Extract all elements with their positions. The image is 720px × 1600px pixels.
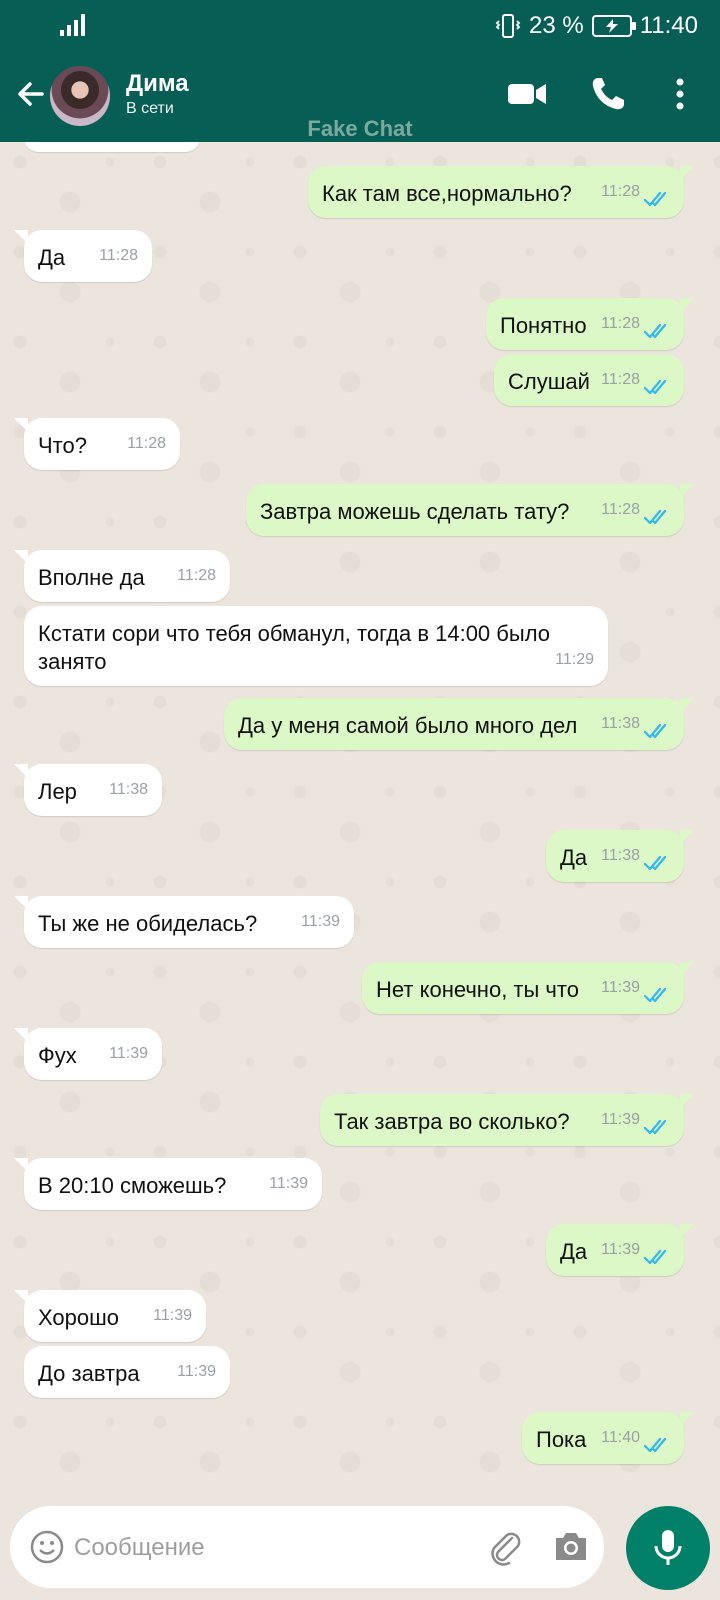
voice-message-button[interactable] [626, 1506, 710, 1590]
message-time: 11:28 [601, 501, 640, 518]
message-time: 11:28 [99, 247, 138, 264]
message-text: Кстати сори что тебя обманул, тогда в 14… [38, 621, 551, 674]
message-time: 11:39 [269, 1175, 308, 1192]
incoming-message[interactable]: Ты же не обиделась? 11:39 [14, 896, 354, 948]
more-options-icon[interactable] [668, 74, 692, 114]
incoming-message[interactable]: В 20:10 сможешь? 11:39 [14, 1158, 322, 1210]
battery-percent: 23 % [529, 12, 584, 39]
message-time: 11:39 [177, 1363, 216, 1380]
incoming-message[interactable]: Что? 11:28 [14, 418, 180, 470]
contact-name[interactable]: Дима [126, 70, 189, 98]
read-ticks-icon [644, 1437, 667, 1453]
message-time: 11:39 [601, 1241, 640, 1258]
outgoing-message[interactable]: Слушай 11:28 [494, 354, 684, 406]
emoji-icon[interactable] [30, 1530, 64, 1564]
message-time: 11:28 [601, 183, 640, 200]
clock: 11:40 [639, 12, 698, 39]
watermark: Fake Chat [307, 116, 413, 141]
battery-icon [591, 15, 636, 37]
composer-bar [10, 1506, 604, 1588]
message-time: 11:29 [555, 651, 594, 668]
incoming-message[interactable]: Хорошо 11:39 [14, 1290, 206, 1342]
read-ticks-icon [644, 1249, 667, 1265]
video-call-icon[interactable] [506, 76, 548, 112]
message-time: 11:39 [601, 1111, 640, 1128]
read-ticks-icon [644, 323, 667, 339]
read-ticks-icon [644, 723, 667, 739]
incoming-message[interactable]: Кстати сори что тебя обманул, тогда в 14… [24, 606, 608, 686]
message-time: 11:38 [109, 781, 148, 798]
message-time: 11:28 [127, 435, 166, 452]
message-time: 11:28 [601, 315, 640, 332]
message-time: 11:38 [601, 847, 640, 864]
incoming-message[interactable]: Лер 11:38 [14, 764, 162, 816]
message-time: 11:39 [109, 1045, 148, 1062]
outgoing-message[interactable]: Да у меня самой было много дел 11:38 [224, 698, 694, 750]
status-bar: 23 % 11:40 [0, 0, 720, 52]
outgoing-message[interactable]: Пока 11:40 [522, 1412, 694, 1464]
microphone-icon [654, 1530, 682, 1565]
outgoing-message[interactable]: Да 11:38 [546, 830, 694, 882]
message-time: 11:28 [177, 567, 216, 584]
paperclip-icon[interactable] [486, 1528, 524, 1566]
read-ticks-icon [644, 1119, 667, 1135]
message-list[interactable]: Как там все,нормально? 11:28 Да 11:28 Понятн… [0, 142, 720, 1502]
read-ticks-icon [644, 855, 667, 871]
message-time: 11:39 [153, 1307, 192, 1324]
read-ticks-icon [644, 509, 667, 525]
outgoing-message[interactable]: Нет конечно, ты что 11:39 [362, 962, 694, 1014]
incoming-message[interactable]: До завтра 11:39 [24, 1346, 230, 1398]
incoming-message[interactable]: Да 11:28 [14, 230, 152, 282]
phone-icon[interactable] [588, 74, 628, 114]
message-time: 11:40 [601, 1429, 640, 1446]
vibrate-icon [495, 14, 521, 38]
outgoing-message[interactable]: Завтра можешь сделать тату? 11:28 [246, 484, 694, 536]
message-time: 11:28 [601, 371, 640, 388]
message-time: 11:39 [601, 979, 640, 996]
read-ticks-icon [644, 191, 667, 207]
message-time: 11:38 [601, 715, 640, 732]
incoming-message[interactable]: Вполне да 11:28 [14, 550, 230, 602]
message-text: В 20:10 сможешь? [38, 1173, 227, 1198]
incoming-message[interactable]: Фух 11:39 [14, 1028, 162, 1080]
camera-icon[interactable] [552, 1528, 590, 1564]
message-text: Ты же не обиделась? [38, 911, 258, 936]
read-ticks-icon [644, 987, 667, 1003]
read-ticks-icon [644, 379, 667, 395]
outgoing-message[interactable]: Так завтра во сколько? 11:39 [320, 1094, 694, 1146]
message-input[interactable] [74, 1528, 454, 1568]
outgoing-message[interactable]: Да 11:39 [546, 1224, 694, 1276]
outgoing-message[interactable]: Понятно 11:28 [486, 298, 694, 350]
signal-icon [60, 14, 85, 36]
message-time: 11:39 [301, 913, 340, 930]
back-arrow-icon[interactable] [12, 74, 52, 114]
outgoing-message[interactable]: Как там все,нормально? 11:28 [308, 166, 694, 218]
message-bubble-partial [24, 142, 200, 152]
